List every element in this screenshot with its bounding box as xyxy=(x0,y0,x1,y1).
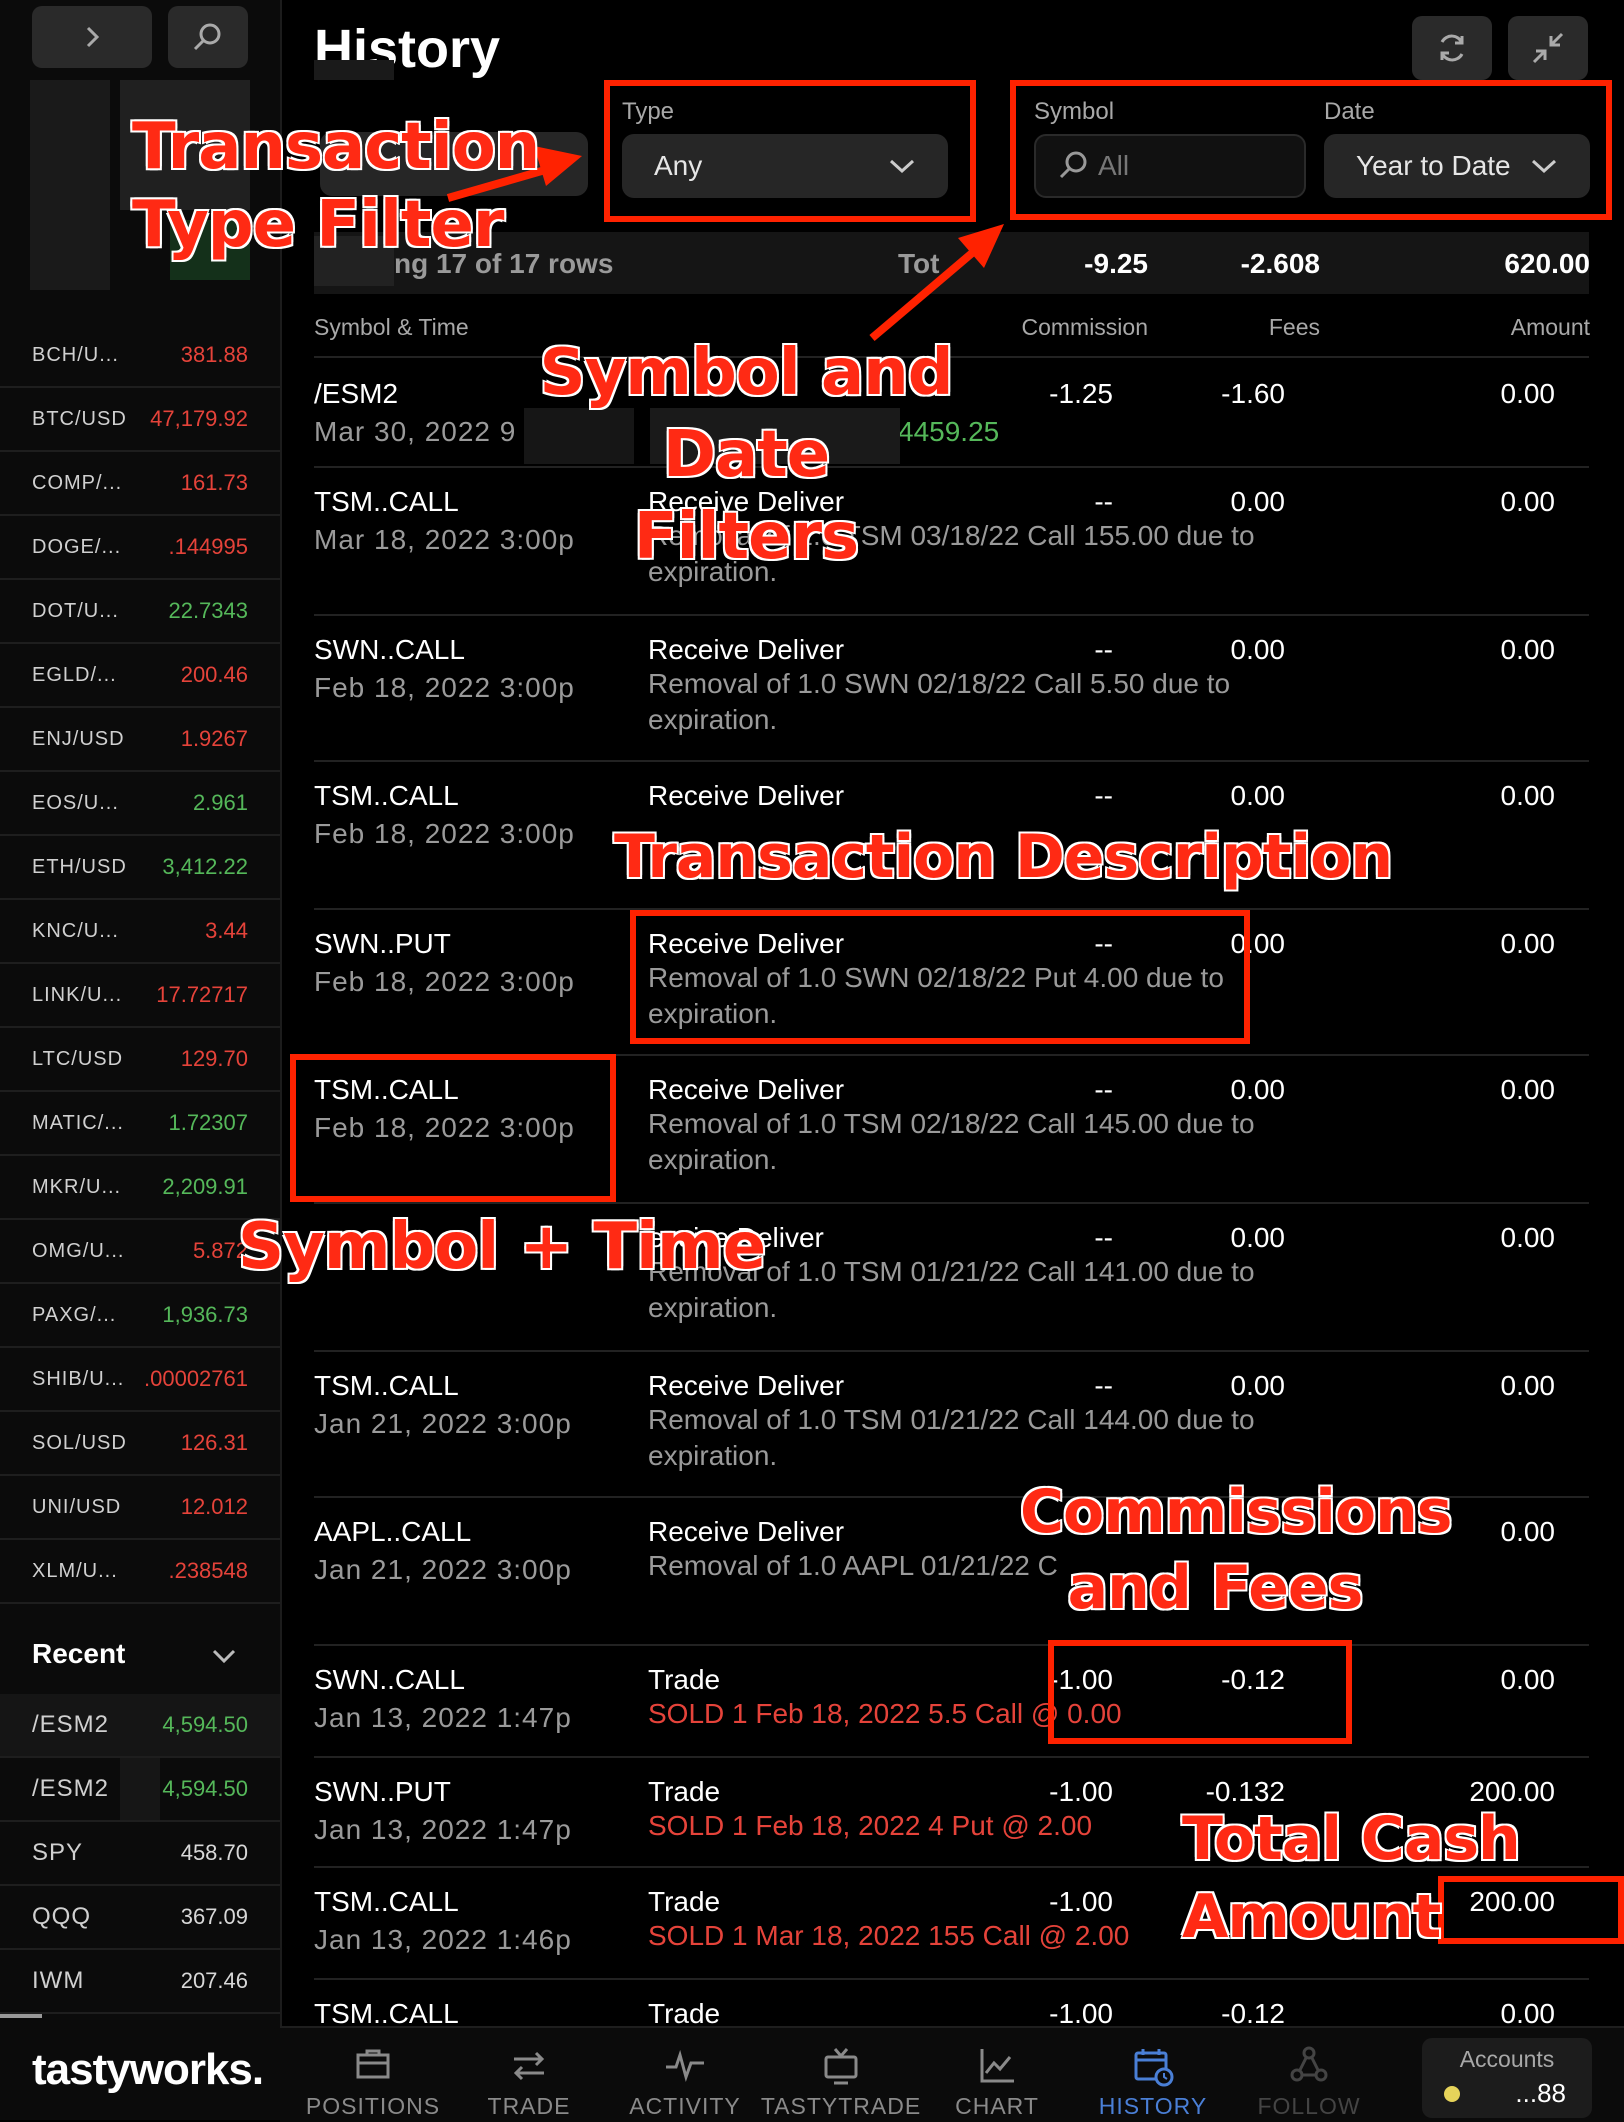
annotation-description: Transaction Description xyxy=(613,821,1394,893)
annotation-symbol-date: Symbol and Date Filters xyxy=(538,335,954,575)
annotation-type-filter: Transaction Type Filter xyxy=(131,109,541,263)
annotation-total-cash: Total Cash Amount xyxy=(1181,1803,1522,1953)
annotation-commissions: Commissions and Fees xyxy=(1019,1476,1454,1624)
annotation-symbol-time: Symbol + Time xyxy=(237,1209,767,1285)
